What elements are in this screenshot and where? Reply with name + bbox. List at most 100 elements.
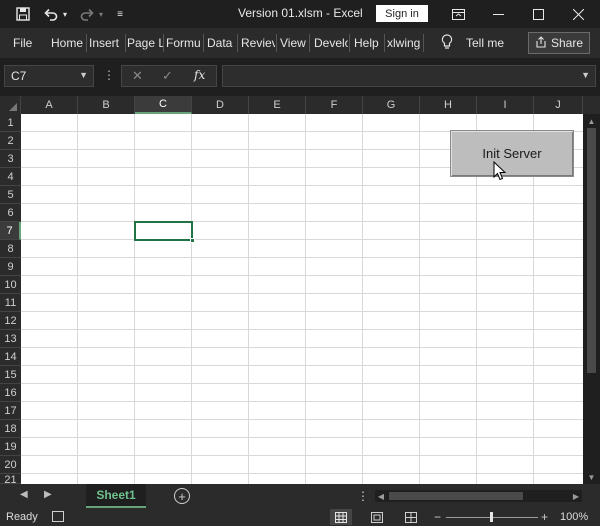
macro-recording-icon[interactable] xyxy=(52,511,64,522)
formula-input[interactable]: ▼ xyxy=(222,65,596,87)
lightbulb-icon[interactable] xyxy=(441,34,453,53)
maximize-icon[interactable] xyxy=(518,0,558,28)
more-sheets-icon[interactable]: ⋮ xyxy=(357,489,369,503)
cancel-icon[interactable]: ✕ xyxy=(132,68,143,84)
row-header[interactable]: 9 xyxy=(0,258,21,276)
scroll-down-icon[interactable]: ▼ xyxy=(583,470,600,484)
row-header[interactable]: 13 xyxy=(0,330,21,348)
sheet-next-icon[interactable]: ▶ xyxy=(44,489,52,500)
page-break-view-icon[interactable] xyxy=(400,509,422,525)
init-server-button[interactable]: Init Server xyxy=(450,130,574,177)
redo-icon[interactable] xyxy=(78,5,96,23)
more-options-icon[interactable]: ⋮ xyxy=(103,68,115,82)
scroll-left-icon[interactable]: ◀ xyxy=(375,490,387,502)
row-header[interactable]: 14 xyxy=(0,348,21,366)
redo-dropdown-icon[interactable]: ▾ xyxy=(96,5,106,23)
name-box[interactable]: C7 ▼ xyxy=(4,65,94,87)
cell-area[interactable]: Init Server xyxy=(21,114,583,484)
scroll-up-icon[interactable]: ▲ xyxy=(583,114,600,128)
column-header[interactable]: I xyxy=(477,96,534,114)
column-header[interactable]: B xyxy=(78,96,135,114)
zoom-slider-thumb[interactable] xyxy=(490,512,493,522)
tab-formulas[interactable]: Formu xyxy=(166,36,202,50)
tab-separator xyxy=(423,34,424,52)
row-header[interactable]: 5 xyxy=(0,186,21,204)
enter-icon[interactable]: ✓ xyxy=(162,68,173,84)
row-header[interactable]: 21 xyxy=(0,474,21,484)
fill-handle[interactable] xyxy=(190,238,195,243)
share-button[interactable]: Share xyxy=(528,32,590,54)
tab-separator xyxy=(384,34,385,52)
expand-formula-icon[interactable]: ▼ xyxy=(581,70,590,80)
row-header[interactable]: 4 xyxy=(0,168,21,186)
tab-help[interactable]: Help xyxy=(354,36,384,50)
tab-developer[interactable]: Develo xyxy=(314,36,348,50)
row-header-selected[interactable]: 7 xyxy=(0,222,21,240)
ribbon-tabs: File Home Insert Page L Formu Data Revie… xyxy=(0,28,600,58)
row-header[interactable]: 20 xyxy=(0,456,21,474)
row-header[interactable]: 10 xyxy=(0,276,21,294)
sheet-tab-sheet1[interactable]: Sheet1 xyxy=(86,484,146,508)
tab-separator xyxy=(125,34,126,52)
tab-data[interactable]: Data xyxy=(207,36,237,50)
tab-home[interactable]: Home xyxy=(51,36,85,50)
vertical-scroll-thumb[interactable] xyxy=(587,128,596,373)
row-header[interactable]: 16 xyxy=(0,384,21,402)
share-label: Share xyxy=(550,36,584,50)
chevron-down-icon[interactable]: ▼ xyxy=(79,70,88,80)
row-header[interactable]: 18 xyxy=(0,420,21,438)
worksheet-grid: A B C D E F G H I J 1 2 3 4 5 6 7 8 9 10… xyxy=(0,96,600,484)
mouse-pointer-icon xyxy=(493,161,507,181)
tab-review[interactable]: Reviev xyxy=(241,36,275,50)
column-header[interactable]: H xyxy=(420,96,477,114)
sign-in-button[interactable]: Sign in xyxy=(376,5,428,22)
row-header[interactable]: 8 xyxy=(0,240,21,258)
sheet-prev-icon[interactable]: ◀ xyxy=(20,489,28,500)
horizontal-scrollbar[interactable]: ◀ ▶ xyxy=(375,490,582,502)
share-icon xyxy=(535,35,547,51)
row-header[interactable]: 15 xyxy=(0,366,21,384)
normal-view-icon[interactable] xyxy=(330,509,352,525)
tab-file[interactable]: File xyxy=(13,36,32,50)
customize-qat-icon[interactable]: ≡ xyxy=(114,5,126,23)
insert-function-icon[interactable]: fx xyxy=(194,68,205,82)
column-header[interactable]: A xyxy=(21,96,78,114)
undo-dropdown-icon[interactable]: ▾ xyxy=(60,5,70,23)
tab-insert[interactable]: Insert xyxy=(89,36,125,50)
select-all-button[interactable] xyxy=(0,96,21,114)
horizontal-scroll-thumb[interactable] xyxy=(389,492,523,500)
row-header[interactable]: 17 xyxy=(0,402,21,420)
row-header[interactable]: 19 xyxy=(0,438,21,456)
vertical-scrollbar[interactable]: ▲ ▼ xyxy=(583,114,600,484)
scroll-right-icon[interactable]: ▶ xyxy=(570,490,582,502)
zoom-level[interactable]: 100% xyxy=(560,511,588,523)
column-header[interactable]: D xyxy=(192,96,249,114)
close-icon[interactable] xyxy=(558,0,598,28)
row-header[interactable]: 6 xyxy=(0,204,21,222)
column-header[interactable]: F xyxy=(306,96,363,114)
row-header[interactable]: 3 xyxy=(0,150,21,168)
column-header[interactable]: E xyxy=(249,96,306,114)
page-layout-view-icon[interactable] xyxy=(366,509,388,525)
tab-xlwings[interactable]: xlwing xyxy=(387,36,421,50)
ribbon-display-icon[interactable] xyxy=(438,0,478,28)
column-header[interactable]: J xyxy=(534,96,583,114)
row-header[interactable]: 11 xyxy=(0,294,21,312)
column-header-selected[interactable]: C xyxy=(135,96,192,114)
row-header[interactable]: 2 xyxy=(0,132,21,150)
zoom-out-icon[interactable]: − xyxy=(434,510,441,524)
active-cell[interactable] xyxy=(134,221,195,243)
column-header[interactable]: G xyxy=(363,96,420,114)
tab-page-layout[interactable]: Page L xyxy=(127,36,163,50)
save-icon[interactable] xyxy=(14,5,32,23)
name-box-value: C7 xyxy=(11,69,27,83)
tab-view[interactable]: View xyxy=(280,36,308,50)
select-all-triangle-icon xyxy=(9,103,17,111)
row-header[interactable]: 1 xyxy=(0,114,21,132)
tell-me-search[interactable]: Tell me xyxy=(466,36,504,50)
undo-icon[interactable] xyxy=(42,5,60,23)
row-header[interactable]: 12 xyxy=(0,312,21,330)
new-sheet-icon[interactable]: + xyxy=(174,488,190,504)
minimize-icon[interactable] xyxy=(478,0,518,28)
zoom-in-icon[interactable]: + xyxy=(541,510,548,524)
